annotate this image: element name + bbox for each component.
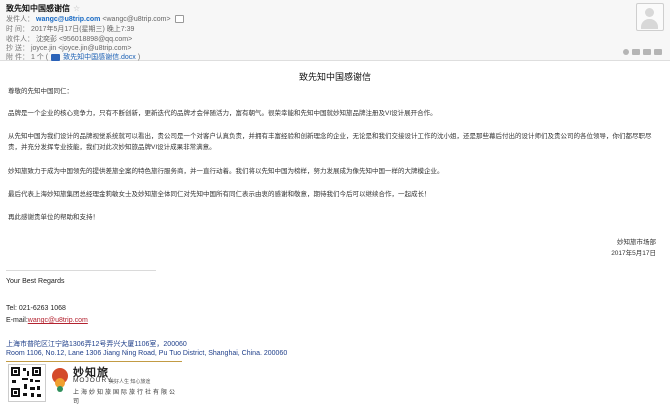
word-doc-icon xyxy=(51,53,61,61)
contact-card-icon[interactable] xyxy=(174,15,184,23)
tel-text: Tel: 021-6263 1068 xyxy=(6,305,66,312)
letter-title: 致先知中国感谢信 xyxy=(298,72,371,82)
sign-department: 妙知旅市场部 xyxy=(617,239,656,246)
print-icon[interactable] xyxy=(632,49,640,55)
email-subject: 致先知中国感谢信 ☆ xyxy=(6,3,80,14)
time-label: 时 间： xyxy=(6,26,29,33)
address-cn: 上海市普陀区江宁路1306弄12号弄兴大厦1106室，200060 xyxy=(6,341,187,348)
header-tools xyxy=(623,49,662,55)
expand-icon[interactable] xyxy=(643,49,651,55)
regards-text: Your Best Regards xyxy=(6,278,65,285)
email-link[interactable]: wangc@u8trip.com xyxy=(28,317,88,324)
company-logo: 妙知旅 MOJOURY 美好人生 知心旅途 上海妙知旅国际旅行社有限公司 xyxy=(49,364,179,405)
letter-greeting: 尊敬的先知中国同仁： xyxy=(8,88,73,95)
letter-paragraph-1: 品牌是一个企业的核心竞争力，只有不断创新，更新迭代的品牌才会伴随活力，富有朝气。… xyxy=(8,110,437,117)
time-value: 2017年5月17日(星期三) 晚上7:39 xyxy=(30,26,135,33)
sign-date: 2017年5月17日 xyxy=(611,250,656,257)
refresh-icon[interactable] xyxy=(623,49,629,55)
more-icon[interactable] xyxy=(654,49,662,55)
letter-paragraph-5: 再此感谢贵单位的帮助和支持！ xyxy=(8,214,99,221)
avatar[interactable] xyxy=(636,3,664,31)
from-row: 发件人： wangc@u8trip.com <wangc@u8trip.com> xyxy=(6,14,184,24)
address-en: Room 1106, No.12, Lane 1306 Jiang Ning R… xyxy=(6,350,288,357)
email-label: E-mail: xyxy=(6,317,28,324)
brand-name-en: MOJOURY xyxy=(73,377,113,384)
brand-slogan: 美好人生 知心旅途 xyxy=(109,379,151,385)
email-header: 致先知中国感谢信 ☆ 发件人： wangc@u8trip.com <wangc@… xyxy=(0,0,670,61)
attachment-close: ) xyxy=(137,53,141,61)
attachment-name[interactable]: 致先知中国感谢信.docx xyxy=(63,52,136,62)
time-row: 时 间： 2017年5月17日(星期三) 晚上7:39 xyxy=(6,24,134,34)
gold-divider xyxy=(6,361,182,362)
letter-paragraph-4: 最后代表上海妙知旅集团总经理金莉敏女士及妙知旅全体同仁对先知中国所有同仁表示由衷… xyxy=(8,191,431,198)
attachment-label: 附 件： xyxy=(6,54,29,61)
attachment-row: 附 件： 1 个 ( 致先知中国感谢信.docx ) xyxy=(6,52,140,62)
attachment-count: 1 个 ( xyxy=(30,54,49,61)
qr-code xyxy=(8,364,46,402)
letter-paragraph-3: 妙知旅致力于成为中国领先的提供差旅全案的特色旅行服务商，并一直行动着。我们将以先… xyxy=(8,168,444,175)
logo-mark-icon xyxy=(49,364,71,400)
letter-paragraph-2: 从先知中国为我们设计的品牌视觉系统就可以看出，贵公司是一个对客户认真负责，并拥有… xyxy=(8,133,652,151)
sender-address: <wangc@u8trip.com> xyxy=(102,15,171,23)
star-icon[interactable]: ☆ xyxy=(73,4,80,13)
from-label: 发件人： xyxy=(6,16,34,23)
subject-text: 致先知中国感谢信 xyxy=(6,4,70,13)
email-line: E-mail:wangc@u8trip.com xyxy=(6,317,88,324)
signature-divider xyxy=(6,270,156,271)
sender-name[interactable]: wangc@u8trip.com xyxy=(36,16,100,23)
company-name: 上海妙知旅国际旅行社有限公司 xyxy=(73,390,178,405)
cc-value[interactable]: joyce.jin <joyce.jin@u8trip.com> xyxy=(31,45,132,52)
